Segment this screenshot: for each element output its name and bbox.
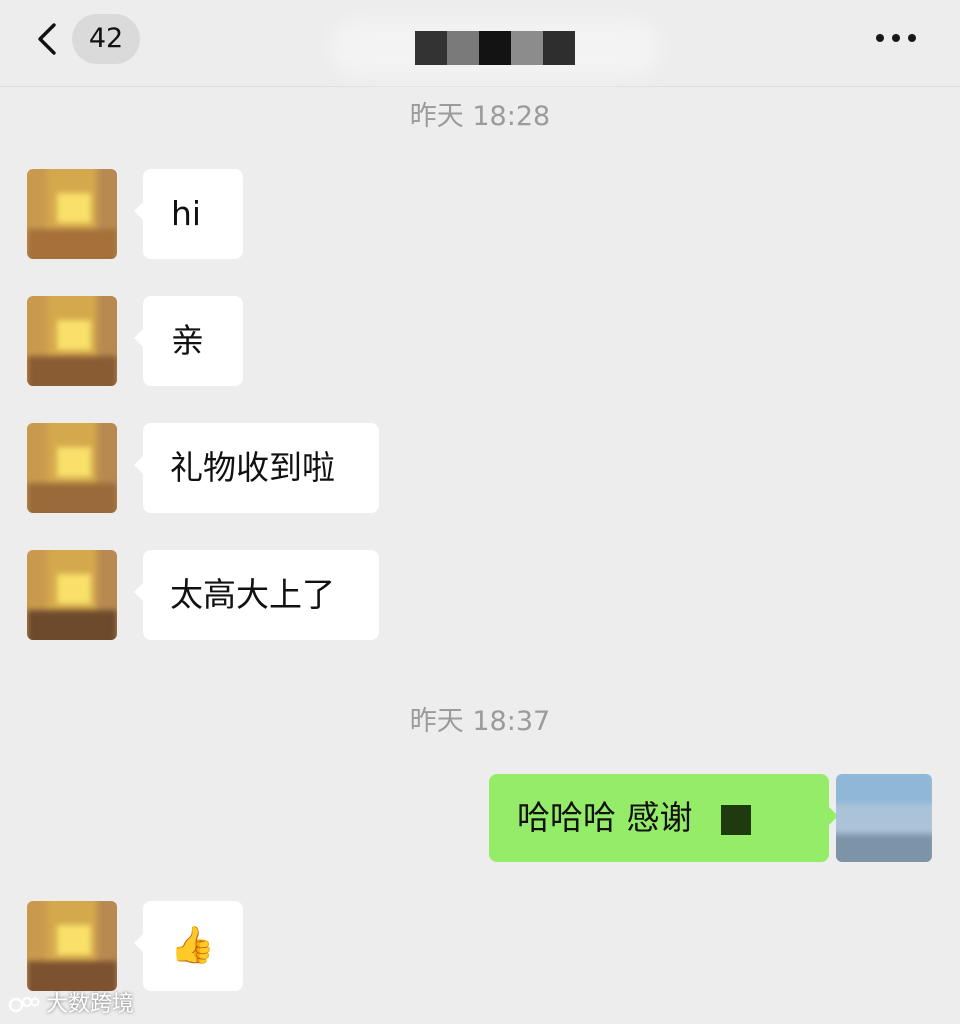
message-bubble[interactable]: 👍 (134, 901, 243, 991)
contact-avatar[interactable] (27, 550, 117, 640)
thumbs-up-icon: 👍 (170, 925, 215, 966)
contact-name: ██████ (415, 31, 575, 65)
message-bubble[interactable]: hi (134, 169, 243, 259)
message-row: 👍 (0, 901, 960, 991)
watermark: 大数跨境 (8, 990, 134, 1020)
message-row: 礼物收到啦 (0, 423, 960, 513)
timestamp: 昨天 18:28 (409, 101, 551, 132)
message-row: hi (0, 169, 960, 259)
message-row: 太高大上了 (0, 550, 960, 640)
message-bubble[interactable]: 亲 (134, 296, 243, 386)
message-bubble[interactable]: 太高大上了 (134, 550, 379, 640)
chevron-left-icon (38, 23, 56, 55)
contact-avatar[interactable] (27, 296, 117, 386)
watermark-text: 大数跨境 (46, 992, 135, 1017)
contact-avatar[interactable] (27, 169, 117, 259)
more-options-button[interactable] (874, 18, 930, 58)
contact-avatar[interactable] (27, 423, 117, 513)
self-avatar[interactable] (836, 774, 932, 862)
message-bubble[interactable]: 礼物收到啦 (134, 423, 379, 513)
message-bubble[interactable]: 哈哈哈 感谢 (489, 774, 838, 862)
contact-avatar[interactable] (27, 901, 117, 991)
chat-header: 42 ██████ (0, 0, 960, 87)
unread-count-badge: 42 (72, 14, 140, 64)
timestamp: 昨天 18:37 (409, 706, 551, 737)
emoji-icon (721, 804, 751, 835)
message-row: 亲 (0, 296, 960, 386)
logo-icon (8, 996, 40, 1013)
back-button[interactable]: 42 (30, 14, 150, 64)
message-row: 哈哈哈 感谢 (0, 774, 960, 864)
message-text: 哈哈哈 感谢 (517, 798, 693, 837)
